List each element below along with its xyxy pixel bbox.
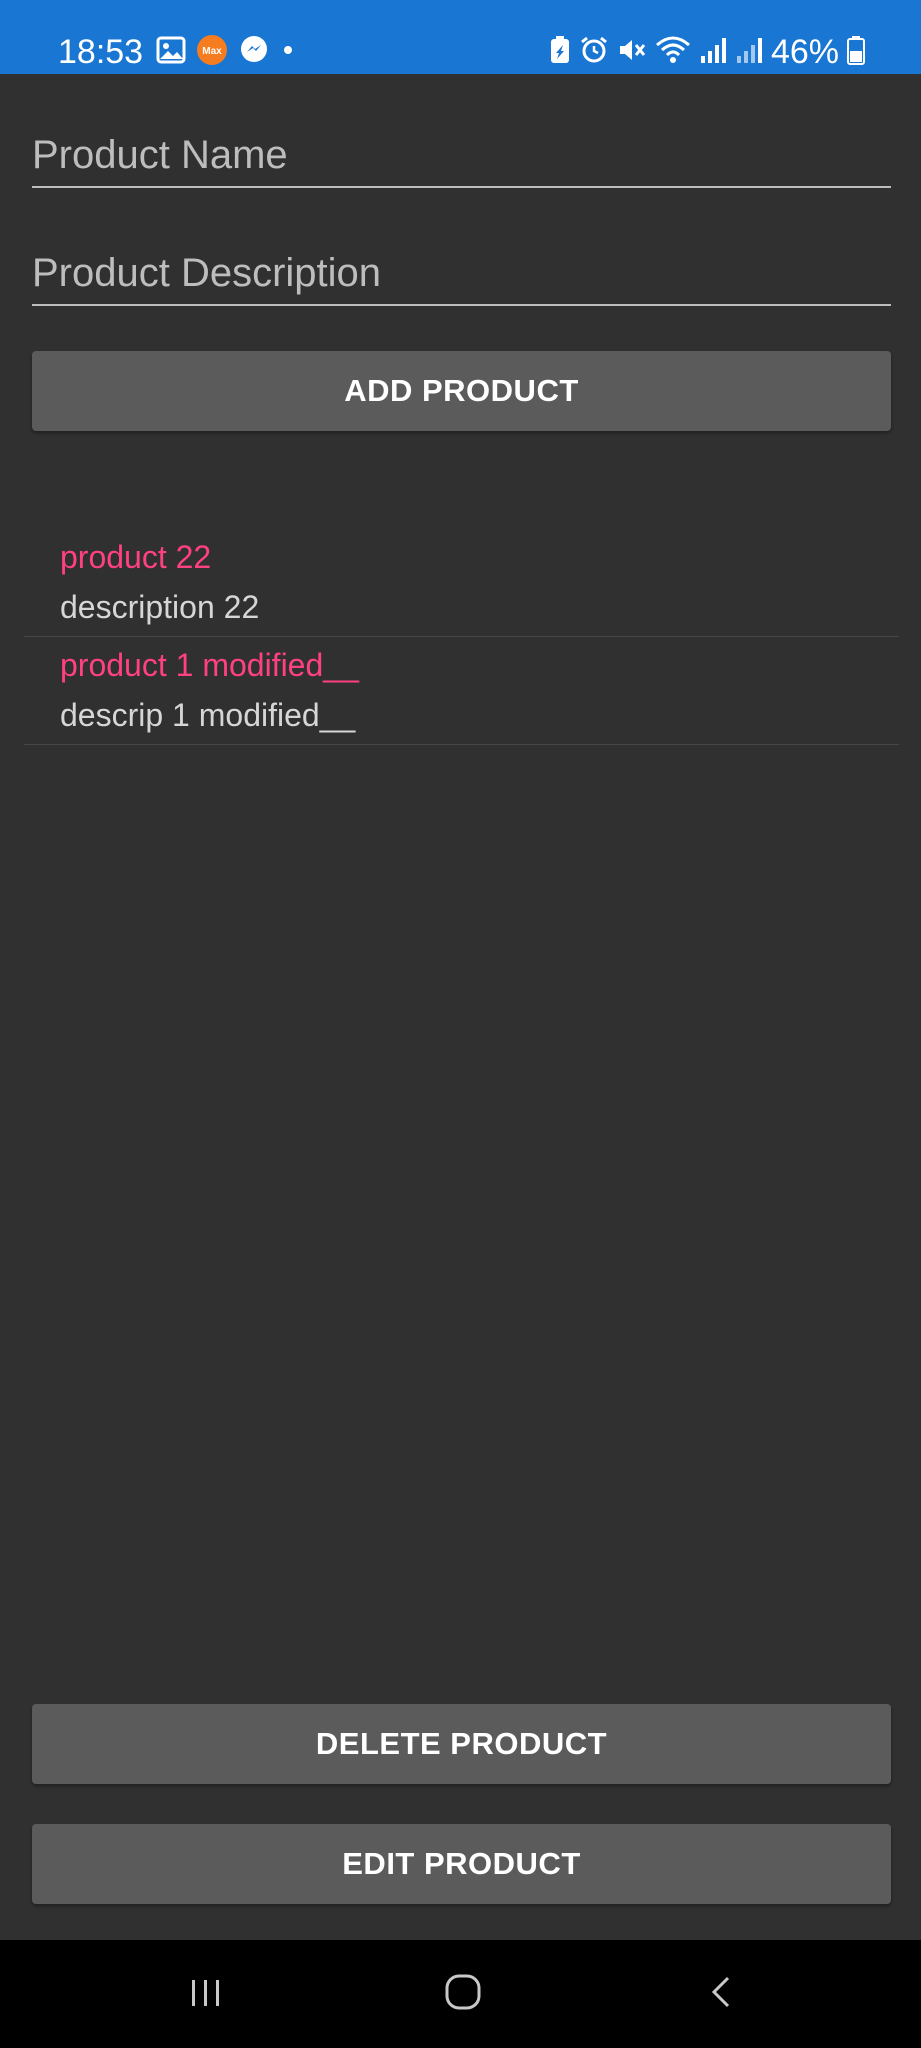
signal-icon bbox=[735, 35, 763, 70]
list-item[interactable]: product 1 modified__ descrip 1 modified_… bbox=[24, 637, 899, 745]
product-description-input[interactable] bbox=[32, 242, 891, 304]
mute-icon bbox=[617, 35, 647, 70]
system-icons: 46% bbox=[549, 32, 865, 72]
product-description: description 22 bbox=[60, 589, 260, 625]
product-name: product 22 bbox=[60, 539, 212, 575]
product-description: descrip 1 modified__ bbox=[60, 697, 356, 733]
status-time: 18:53 bbox=[58, 33, 144, 71]
delete-product-button[interactable]: DELETE PRODUCT bbox=[32, 1704, 891, 1784]
battery-percent: 46% bbox=[770, 33, 839, 71]
notification-dot-icon bbox=[280, 42, 296, 63]
home-button[interactable] bbox=[423, 1962, 503, 2026]
app-badge-icon: Max bbox=[196, 34, 228, 71]
back-button[interactable] bbox=[682, 1962, 762, 2026]
wifi-icon bbox=[655, 35, 691, 70]
product-name-input[interactable] bbox=[32, 124, 891, 186]
product-description-field bbox=[32, 242, 891, 306]
navigation-bar bbox=[0, 1940, 921, 2048]
edit-product-button[interactable]: EDIT PRODUCT bbox=[32, 1824, 891, 1904]
signal-icon bbox=[699, 35, 727, 70]
back-icon bbox=[702, 1972, 742, 2017]
app-screen: ADD PRODUCT product 22 description 22 pr… bbox=[0, 74, 921, 1940]
add-product-button[interactable]: ADD PRODUCT bbox=[32, 351, 891, 431]
notification-icons: Max bbox=[156, 34, 296, 71]
product-list: product 22 description 22 product 1 modi… bbox=[24, 529, 899, 745]
gallery-icon bbox=[156, 35, 186, 70]
messenger-icon bbox=[238, 34, 270, 71]
home-icon bbox=[443, 1972, 483, 2017]
status-bar: 18:53 Max 46% bbox=[0, 0, 921, 74]
list-item[interactable]: product 22 description 22 bbox=[24, 529, 899, 637]
product-name: product 1 modified__ bbox=[60, 647, 359, 683]
recents-button[interactable] bbox=[166, 1962, 246, 2026]
battery-saver-icon bbox=[549, 35, 571, 70]
recents-icon bbox=[186, 1972, 226, 2017]
alarm-icon bbox=[579, 35, 609, 70]
product-name-field bbox=[32, 124, 891, 188]
battery-icon bbox=[847, 35, 865, 70]
svg-text:Max: Max bbox=[202, 46, 222, 57]
